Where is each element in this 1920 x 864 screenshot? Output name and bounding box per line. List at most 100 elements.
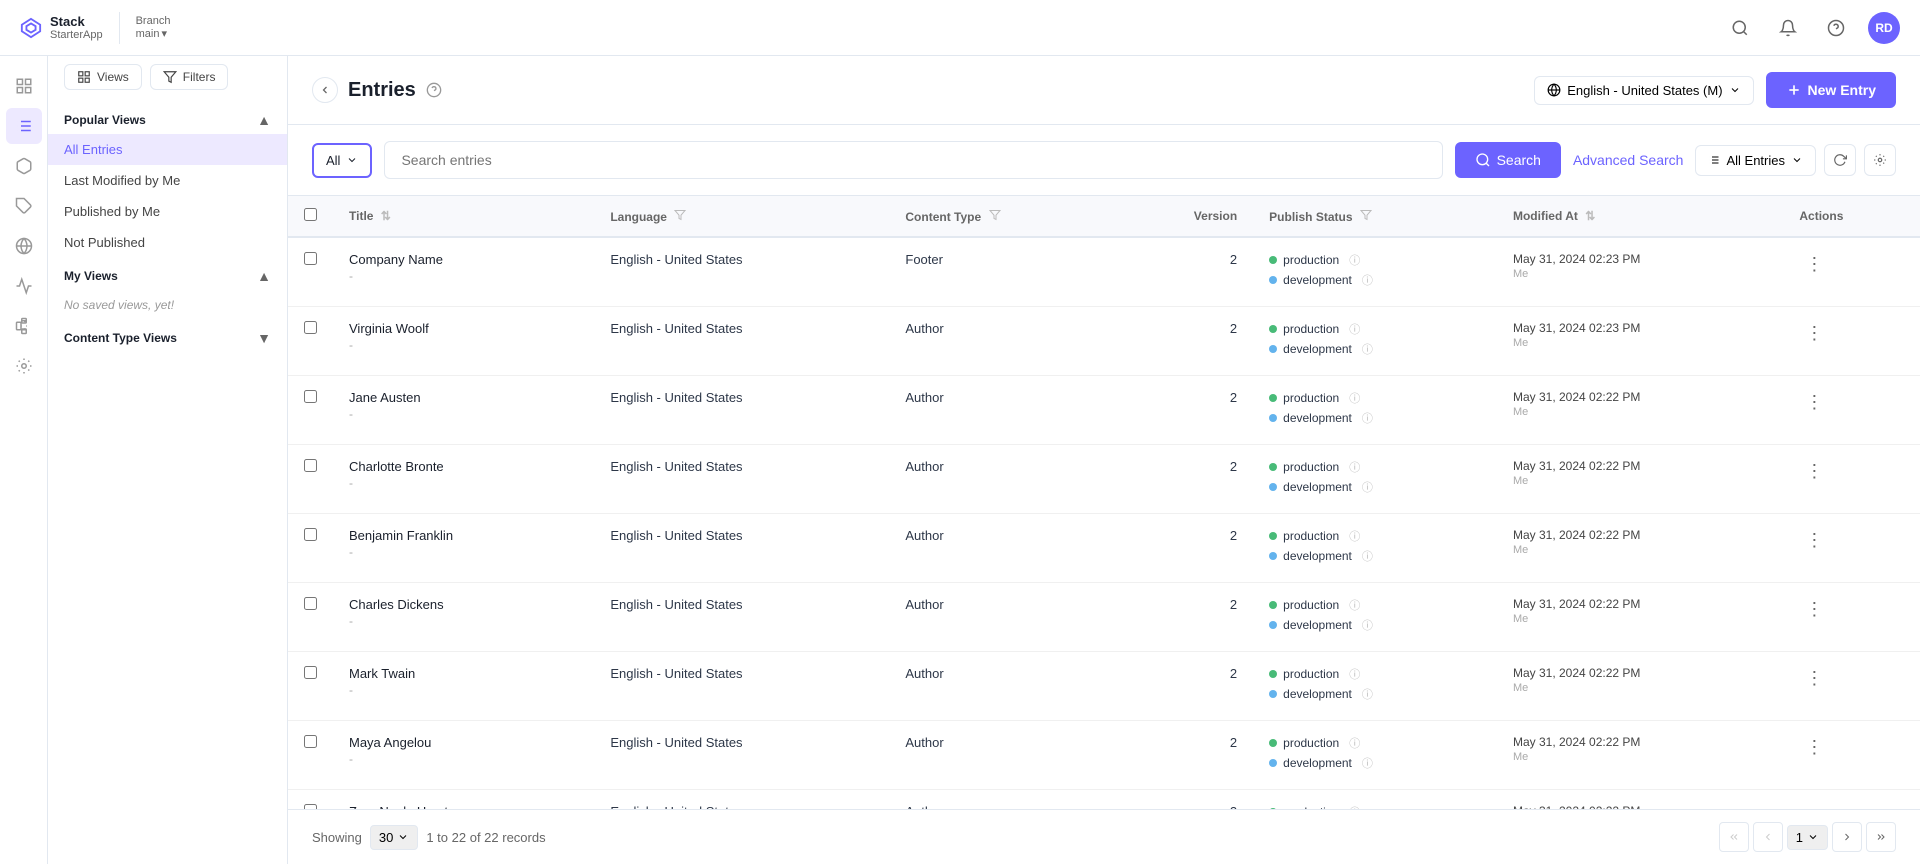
content-area: Entries English - United States (M) New … bbox=[288, 56, 1920, 864]
nav-icon-global-fields[interactable] bbox=[6, 228, 42, 264]
row-version-cell: 2 bbox=[1118, 307, 1253, 376]
status-info-icon[interactable]: ⓘ bbox=[1362, 755, 1373, 771]
last-page-button[interactable] bbox=[1866, 822, 1896, 852]
content-type-views-toggle[interactable]: ▼ bbox=[257, 330, 271, 346]
nav-icon-settings[interactable] bbox=[6, 348, 42, 384]
all-entries-filter[interactable]: All Entries bbox=[1695, 145, 1816, 176]
status-info-icon[interactable]: ⓘ bbox=[1362, 479, 1373, 495]
status-info-icon[interactable]: ⓘ bbox=[1349, 390, 1360, 406]
status-info-icon[interactable]: ⓘ bbox=[1362, 686, 1373, 702]
entry-title[interactable]: Jane Austen bbox=[349, 390, 578, 405]
row-actions-button[interactable]: ⋮ bbox=[1799, 597, 1829, 622]
avatar[interactable]: RD bbox=[1868, 12, 1900, 44]
global-search-button[interactable] bbox=[1724, 12, 1756, 44]
status-dot-green bbox=[1269, 601, 1277, 609]
page-number-select[interactable]: 1 bbox=[1787, 825, 1828, 850]
row-actions-button[interactable]: ⋮ bbox=[1799, 321, 1829, 346]
refresh-button[interactable] bbox=[1824, 144, 1856, 176]
language-selector[interactable]: English - United States (M) bbox=[1534, 76, 1753, 105]
status-dot-green bbox=[1269, 325, 1277, 333]
status-info-icon[interactable]: ⓘ bbox=[1349, 321, 1360, 337]
per-page-select[interactable]: 30 bbox=[370, 825, 418, 850]
select-all-checkbox[interactable] bbox=[304, 208, 317, 221]
page-help-icon[interactable] bbox=[426, 82, 442, 98]
row-checkbox-0[interactable] bbox=[304, 252, 317, 265]
nav-icon-dashboard[interactable] bbox=[6, 68, 42, 104]
status-info-icon[interactable]: ⓘ bbox=[1362, 410, 1373, 426]
row-actions-button[interactable]: ⋮ bbox=[1799, 390, 1829, 415]
divider bbox=[119, 12, 120, 44]
row-actions-button[interactable]: ⋮ bbox=[1799, 735, 1829, 760]
nav-icon-content-types[interactable] bbox=[6, 188, 42, 224]
sidebar-item-published-by-me[interactable]: Published by Me bbox=[48, 196, 287, 227]
search-input[interactable] bbox=[384, 141, 1442, 179]
row-checkbox-3[interactable] bbox=[304, 459, 317, 472]
row-checkbox-1[interactable] bbox=[304, 321, 317, 334]
filters-button[interactable]: Filters bbox=[150, 64, 229, 90]
my-views-toggle[interactable]: ▲ bbox=[257, 268, 271, 284]
notifications-button[interactable] bbox=[1772, 12, 1804, 44]
new-entry-label: New Entry bbox=[1808, 82, 1876, 98]
row-checkbox-6[interactable] bbox=[304, 666, 317, 679]
row-checkbox-5[interactable] bbox=[304, 597, 317, 610]
status-info-icon[interactable]: ⓘ bbox=[1349, 459, 1360, 475]
row-actions-button[interactable]: ⋮ bbox=[1799, 252, 1829, 277]
language-filter-icon[interactable] bbox=[674, 210, 686, 224]
entry-title[interactable]: Charles Dickens bbox=[349, 597, 578, 612]
status-info-icon[interactable]: ⓘ bbox=[1349, 252, 1360, 268]
nav-icon-releases[interactable] bbox=[6, 268, 42, 304]
title-sort-icon[interactable]: ⇅ bbox=[381, 209, 391, 223]
new-entry-button[interactable]: New Entry bbox=[1766, 72, 1896, 108]
row-checkbox-2[interactable] bbox=[304, 390, 317, 403]
entry-title[interactable]: Virginia Woolf bbox=[349, 321, 578, 336]
row-content-type-cell: Author bbox=[889, 790, 1117, 810]
entry-title[interactable]: Company Name bbox=[349, 252, 578, 267]
status-info-icon[interactable]: ⓘ bbox=[1349, 597, 1360, 613]
row-checkbox-7[interactable] bbox=[304, 735, 317, 748]
column-settings-button[interactable] bbox=[1864, 144, 1896, 176]
status-info-icon[interactable]: ⓘ bbox=[1349, 528, 1360, 544]
entry-title[interactable]: Maya Angelou bbox=[349, 735, 578, 750]
entry-title[interactable]: Benjamin Franklin bbox=[349, 528, 578, 543]
branch-selector[interactable]: Branch main ▾ bbox=[136, 15, 171, 40]
popular-views-toggle[interactable]: ▲ bbox=[257, 112, 271, 128]
status-info-icon[interactable]: ⓘ bbox=[1362, 341, 1373, 357]
views-button[interactable]: Views bbox=[64, 64, 142, 90]
search-type-select[interactable]: All bbox=[312, 143, 372, 178]
modified-by: Me bbox=[1513, 337, 1767, 349]
row-checkbox-4[interactable] bbox=[304, 528, 317, 541]
content-type-filter-icon[interactable] bbox=[989, 210, 1001, 224]
row-modified-cell: May 31, 2024 02:22 PM Me bbox=[1497, 445, 1783, 514]
help-button[interactable] bbox=[1820, 12, 1852, 44]
search-button[interactable]: Search bbox=[1455, 142, 1561, 178]
publish-status-filter-icon[interactable] bbox=[1360, 210, 1372, 224]
first-page-button[interactable] bbox=[1719, 822, 1749, 852]
side-nav bbox=[0, 56, 48, 864]
status-info-icon[interactable]: ⓘ bbox=[1362, 617, 1373, 633]
status-info-icon[interactable]: ⓘ bbox=[1349, 666, 1360, 682]
entry-title[interactable]: Charlotte Bronte bbox=[349, 459, 578, 474]
nav-icon-workflows[interactable] bbox=[6, 308, 42, 344]
prev-page-button[interactable] bbox=[1753, 822, 1783, 852]
modified-at-sort-icon[interactable]: ⇅ bbox=[1585, 209, 1595, 223]
status-info-icon[interactable]: ⓘ bbox=[1362, 272, 1373, 288]
nav-icon-content[interactable] bbox=[6, 108, 42, 144]
advanced-search-link[interactable]: Advanced Search bbox=[1573, 152, 1684, 168]
entry-title[interactable]: Mark Twain bbox=[349, 666, 578, 681]
row-status-cell: production ⓘ development ⓘ bbox=[1253, 790, 1497, 810]
status-info-icon[interactable]: ⓘ bbox=[1349, 735, 1360, 751]
sidebar-item-last-modified[interactable]: Last Modified by Me bbox=[48, 165, 287, 196]
row-actions-button[interactable]: ⋮ bbox=[1799, 666, 1829, 691]
app-shell: Stack StarterApp Branch main ▾ RD bbox=[0, 0, 1920, 864]
row-actions-button[interactable]: ⋮ bbox=[1799, 459, 1829, 484]
next-page-button[interactable] bbox=[1832, 822, 1862, 852]
status-info-icon[interactable]: ⓘ bbox=[1362, 548, 1373, 564]
sidebar-item-all-entries[interactable]: All Entries bbox=[48, 134, 287, 165]
row-title-cell: Benjamin Franklin - bbox=[333, 514, 594, 583]
row-actions-button[interactable]: ⋮ bbox=[1799, 528, 1829, 553]
row-checkbox-cell bbox=[288, 514, 333, 583]
nav-icon-assets[interactable] bbox=[6, 148, 42, 184]
sidebar-item-not-published[interactable]: Not Published bbox=[48, 227, 287, 258]
actions-col-header: Actions bbox=[1783, 196, 1920, 237]
back-button[interactable] bbox=[312, 77, 338, 103]
